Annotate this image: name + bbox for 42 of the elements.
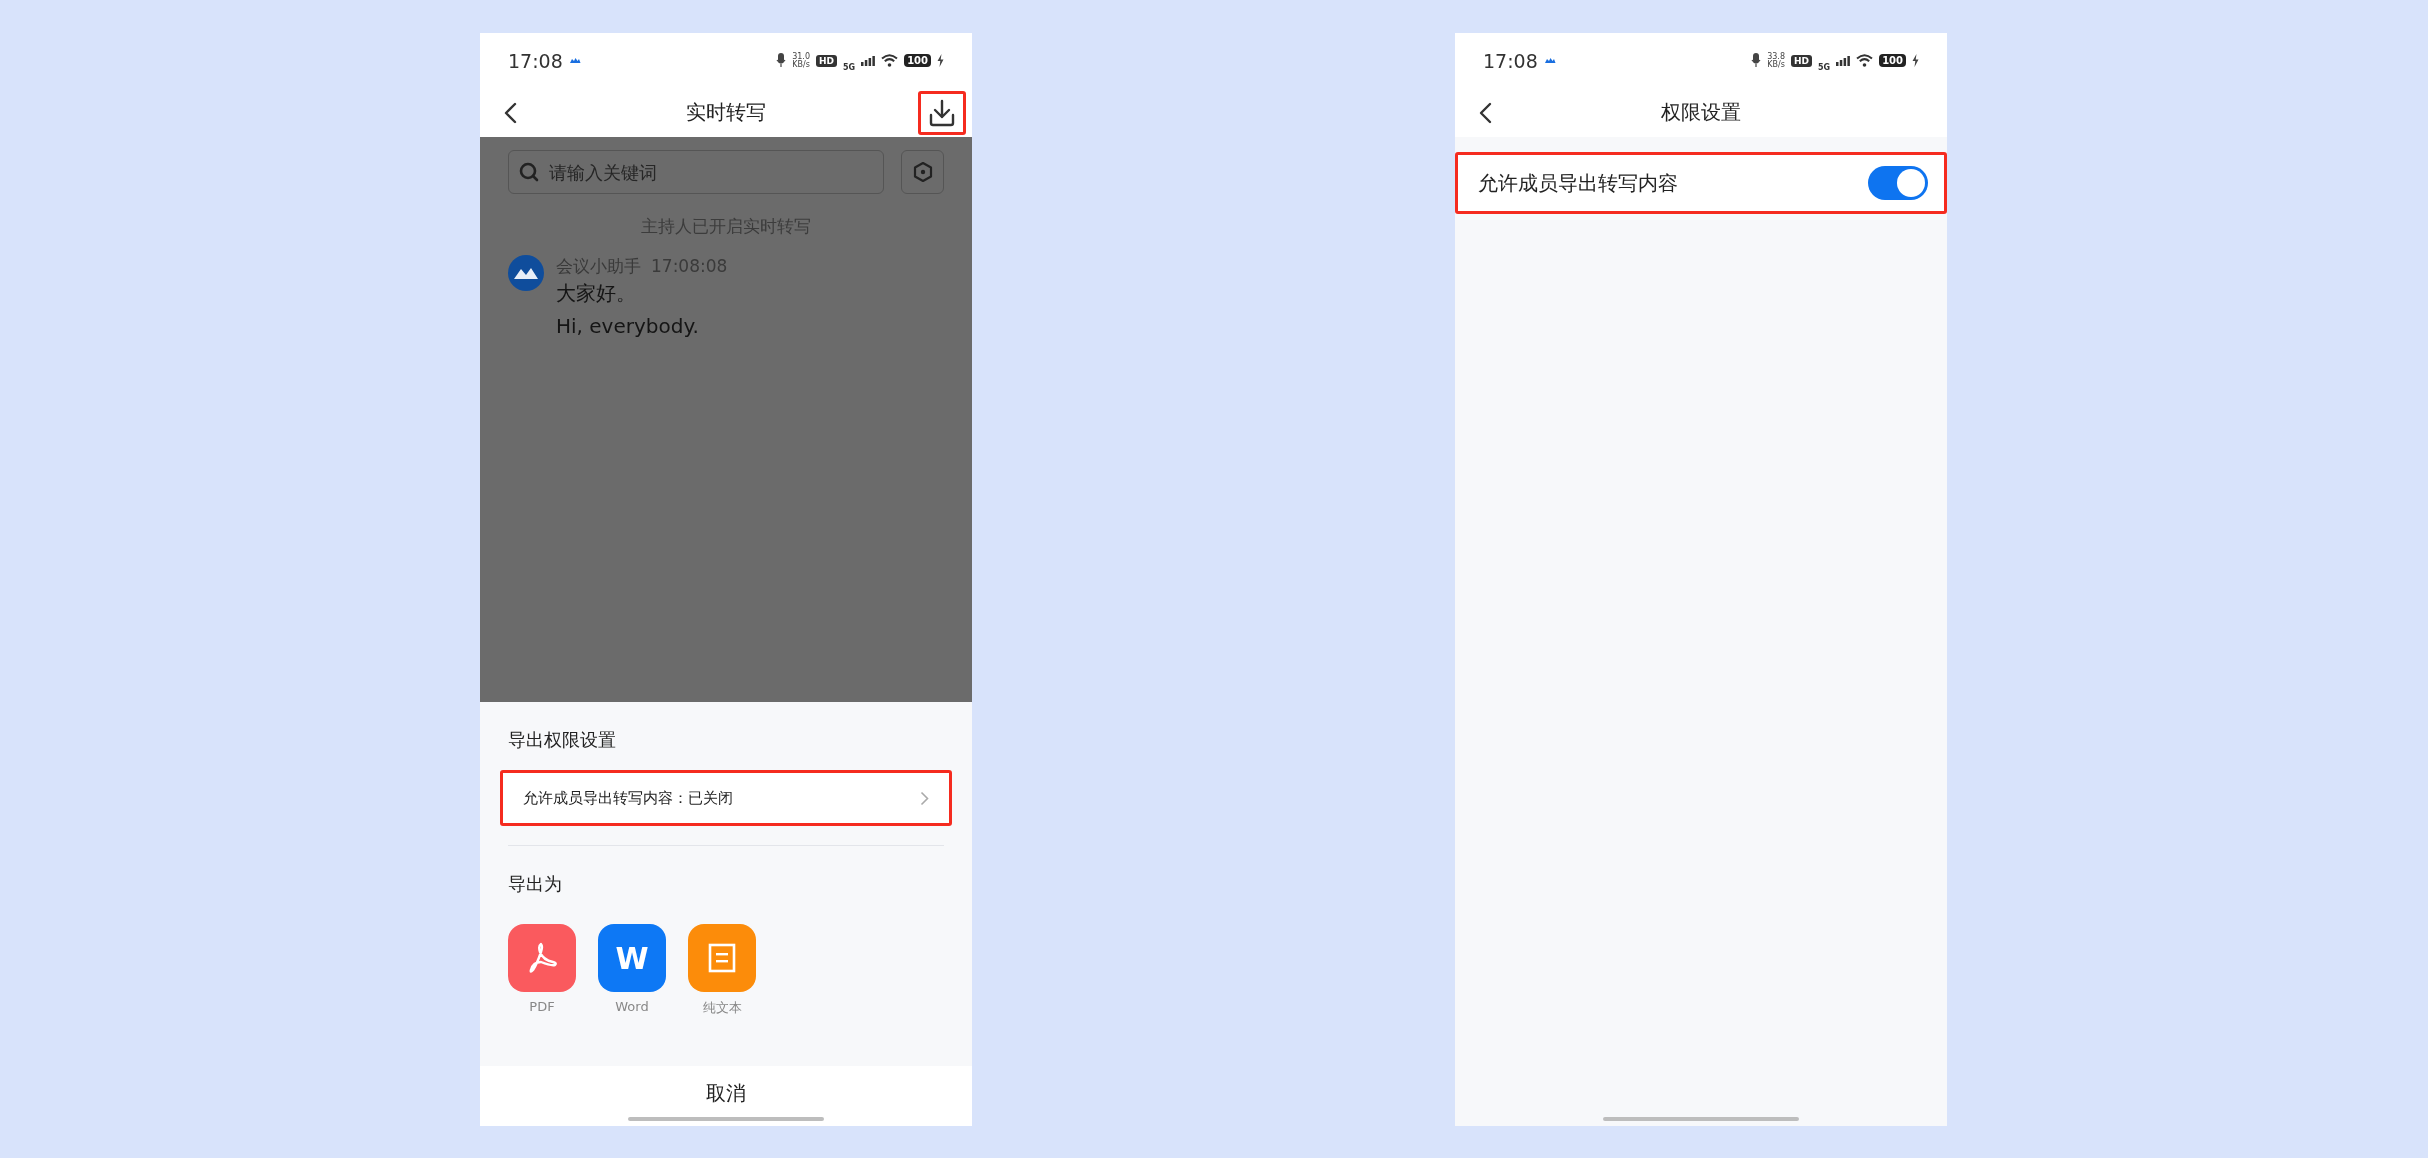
wifi-icon	[1856, 54, 1874, 67]
wifi-icon	[881, 54, 899, 67]
hexagon-settings-icon	[912, 161, 933, 183]
network-type: 5G	[1818, 63, 1831, 72]
hd-badge: HD	[815, 54, 837, 67]
transcript-line: Hi, everybody.	[556, 313, 700, 340]
status-time: 17:08	[1483, 49, 1538, 72]
battery-level: 100	[1879, 54, 1906, 67]
cloud-icon	[568, 57, 581, 64]
charging-icon	[937, 54, 944, 67]
battery-level: 100	[904, 54, 931, 67]
document-icon	[708, 943, 736, 973]
network-speed: 33.8 KB/s	[1767, 52, 1785, 69]
permission-row[interactable]: 允许成员导出转写内容：已关闭	[500, 770, 952, 826]
word-glyph: W	[615, 940, 649, 976]
back-icon	[504, 101, 517, 124]
network-speed: 31.0 KB/s	[792, 52, 810, 69]
signal-icon	[1836, 55, 1851, 66]
toggle-switch[interactable]	[1868, 166, 1928, 200]
search-field[interactable]: 请输入关键词	[508, 150, 884, 194]
status-time: 17:08	[508, 49, 563, 72]
signal-icon	[861, 55, 876, 66]
microphone-icon	[776, 53, 787, 68]
charging-icon	[1912, 54, 1919, 67]
avatar-icon	[508, 255, 544, 291]
cancel-button[interactable]: 取消	[686, 1080, 766, 1107]
transcript-line: 大家好。	[556, 280, 637, 307]
back-icon	[1479, 101, 1492, 124]
microphone-icon	[1751, 53, 1762, 68]
cloud-icon	[1543, 57, 1556, 64]
hd-badge: HD	[1790, 54, 1812, 67]
page-title: 实时转写	[686, 99, 766, 126]
pdf-icon	[527, 942, 557, 974]
settings-button[interactable]	[901, 150, 944, 194]
setting-label: 允许成员导出转写内容	[1478, 169, 1679, 197]
chevron-right-icon	[920, 790, 929, 806]
sheet-title: 导出权限设置	[508, 728, 617, 752]
download-icon	[928, 98, 956, 127]
page-title: 权限设置	[1661, 99, 1741, 126]
network-type: 5G	[843, 63, 856, 72]
download-button[interactable]	[918, 90, 966, 135]
export-title: 导出为	[508, 872, 563, 896]
